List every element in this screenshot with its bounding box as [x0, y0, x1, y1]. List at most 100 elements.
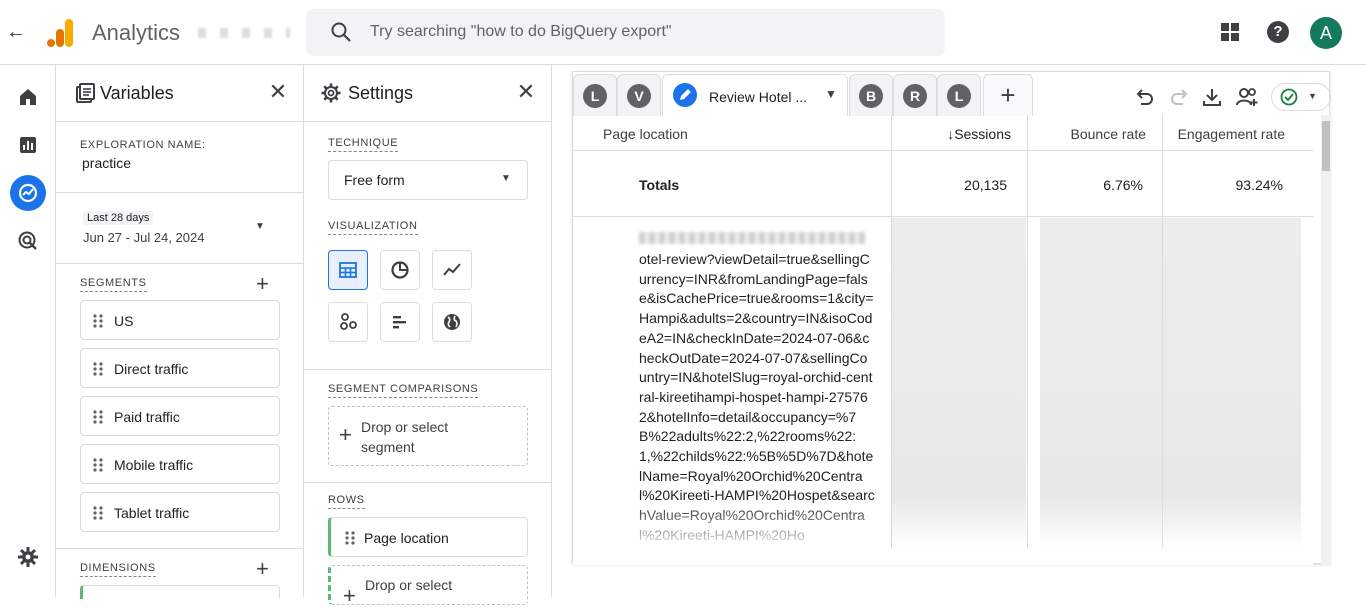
line-chart-icon — [443, 263, 461, 276]
date-range-text: Jun 27 - Jul 24, 2024 — [83, 230, 205, 245]
row-label: Page location — [364, 530, 449, 546]
download-icon[interactable] — [1201, 86, 1223, 108]
drag-handle-icon[interactable] — [93, 314, 103, 328]
drag-handle-icon[interactable] — [93, 506, 103, 520]
help-icon[interactable]: ? — [1267, 21, 1289, 43]
column-header-bounce-rate[interactable]: Bounce rate — [1027, 115, 1162, 151]
tab-chip-letter: L — [583, 83, 607, 108]
scatter-viz-button[interactable] — [328, 302, 368, 342]
table-footer-space — [573, 548, 1313, 565]
dimensions-label: DIMENSIONS — [80, 562, 156, 577]
totals-row: Totals 20,135 6.76% 93.24% — [573, 151, 1313, 217]
variables-title: Variables — [100, 83, 174, 103]
column-header-engagement-rate[interactable]: Engagement rate — [1162, 115, 1313, 151]
add-tab-button[interactable]: + — [983, 74, 1033, 116]
avatar[interactable]: A — [1310, 17, 1342, 49]
totals-label: Totals — [639, 177, 680, 193]
redacted-url-prefix — [639, 232, 865, 244]
table-viz-button[interactable] — [328, 250, 368, 290]
drag-handle-icon[interactable] — [93, 410, 103, 424]
date-range-selector[interactable]: Last 28 days Jun 27 - Jul 24, 2024 ▼ — [80, 209, 280, 249]
segment-drop-zone[interactable]: + Drop or select segment — [328, 406, 528, 466]
close-icon[interactable]: ✕ — [267, 81, 289, 103]
gear-icon — [321, 83, 341, 103]
totals-sessions: 20,135 — [964, 177, 1007, 193]
tab-active[interactable]: Review Hotel ... ▼ — [662, 74, 848, 116]
donut-viz-button[interactable] — [380, 250, 420, 290]
redo-icon[interactable] — [1169, 86, 1191, 108]
segment-drop-text: Drop or select segment — [361, 419, 449, 455]
segment-item[interactable]: Tablet traffic — [80, 492, 280, 532]
segment-item[interactable]: Mobile traffic — [80, 444, 280, 484]
home-icon[interactable] — [10, 79, 46, 115]
bar-chart-icon — [393, 316, 406, 329]
drag-handle-icon[interactable] — [345, 531, 355, 545]
rows-drop-zone[interactable]: + Drop or select — [328, 565, 528, 607]
share-user-icon[interactable] — [1235, 86, 1261, 108]
search-placeholder: Try searching "how to do BigQuery export… — [370, 23, 672, 40]
back-arrow-icon[interactable]: ← — [6, 20, 26, 44]
tab-chip-letter: V — [627, 83, 651, 108]
exploration-name-input[interactable]: practice — [82, 155, 131, 171]
tab-chip[interactable]: R — [893, 74, 937, 116]
table-icon — [339, 262, 357, 278]
segment-label: Paid traffic — [114, 409, 180, 425]
caret-down-icon: ▼ — [1308, 91, 1317, 101]
bounce-rate-cell — [1040, 218, 1162, 548]
technique-dropdown[interactable]: Free form ▼ — [328, 160, 528, 200]
close-icon[interactable]: ✕ — [515, 81, 537, 103]
account-selector[interactable] — [198, 28, 290, 38]
top-bar: ← Analytics Try searching "how to do Big… — [0, 0, 1366, 65]
donut-chart-icon — [391, 261, 409, 279]
date-chip: Last 28 days — [83, 211, 154, 225]
segment-item[interactable]: Direct traffic — [80, 348, 280, 388]
row-item[interactable]: Page location — [328, 517, 528, 557]
advertising-icon[interactable] — [10, 223, 46, 259]
explore-icon[interactable] — [10, 175, 46, 211]
totals-bounce-rate: 6.76% — [1103, 177, 1143, 193]
add-segment-icon[interactable]: + — [256, 273, 269, 295]
status-dropdown[interactable]: ▼ — [1271, 83, 1331, 111]
segment-label: US — [114, 313, 134, 329]
technique-value: Free form — [344, 172, 405, 188]
settings-title: Settings — [348, 83, 414, 103]
column-header-sessions[interactable]: ↓Sessions — [891, 115, 1027, 151]
engagement-rate-cell — [1163, 218, 1301, 548]
rows-label: ROWS — [328, 494, 365, 509]
tab-chip[interactable]: B — [849, 74, 893, 116]
admin-gear-icon[interactable] — [10, 539, 46, 575]
add-dimension-icon[interactable]: + — [256, 558, 269, 580]
scatter-icon — [340, 313, 357, 330]
chevron-down-icon: ▼ — [255, 221, 265, 232]
apps-grid-icon[interactable] — [1221, 23, 1239, 41]
geo-viz-button[interactable] — [432, 302, 472, 342]
segment-comparisons-label: SEGMENT COMPARISONS — [328, 383, 479, 398]
bar-viz-button[interactable] — [380, 302, 420, 342]
settings-header: Settings ✕ — [304, 65, 551, 122]
segment-item[interactable]: Paid traffic — [80, 396, 280, 436]
scrollbar-thumb[interactable] — [1322, 121, 1330, 171]
url-fade-overlay — [633, 502, 883, 552]
tab-chip[interactable]: L — [573, 74, 617, 116]
caret-down-icon[interactable]: ▼ — [825, 87, 837, 101]
exploration-name-label: EXPLORATION NAME: — [80, 139, 206, 151]
search-bar[interactable]: Try searching "how to do BigQuery export… — [306, 9, 945, 56]
tab-chip[interactable]: V — [617, 74, 661, 116]
tab-chip-letter: L — [947, 83, 971, 108]
column-header-label: Engagement rate — [1177, 126, 1285, 142]
reports-icon[interactable] — [10, 127, 46, 163]
column-header-page-location[interactable]: Page location — [573, 115, 891, 151]
chevron-down-icon: ▼ — [501, 173, 511, 184]
tab-chip[interactable]: L — [937, 74, 981, 116]
variables-icon — [76, 83, 95, 103]
table-scrollbar[interactable] — [1321, 115, 1331, 565]
undo-icon[interactable] — [1133, 86, 1155, 108]
drag-handle-icon[interactable] — [93, 458, 103, 472]
segment-item[interactable]: US — [80, 300, 280, 340]
line-viz-button[interactable] — [432, 250, 472, 290]
edit-pencil-icon[interactable] — [673, 83, 697, 107]
variables-header: Variables ✕ — [56, 65, 303, 122]
rows-drop-text: Drop or select — [365, 577, 453, 593]
analytics-logo[interactable] — [46, 18, 74, 48]
drag-handle-icon[interactable] — [93, 362, 103, 376]
